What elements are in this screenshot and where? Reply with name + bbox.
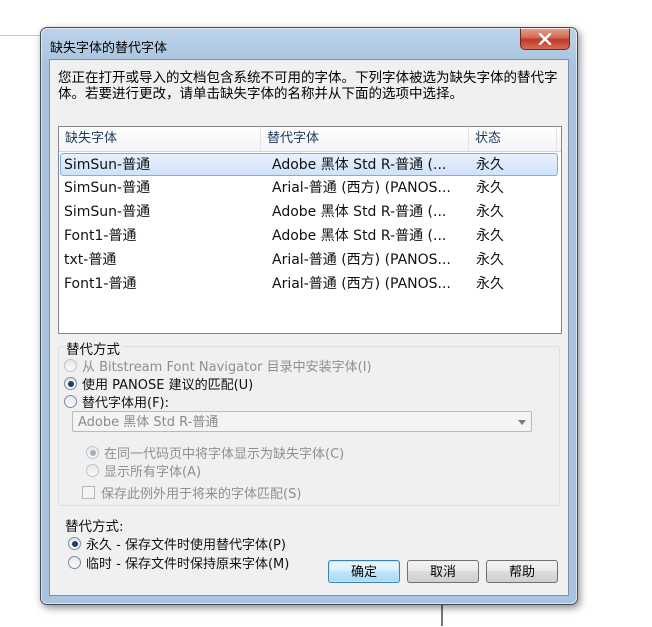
- radio-label: 替代字体用(F):: [82, 396, 170, 411]
- dialog-title: 缺失字体的替代字体: [50, 41, 168, 56]
- table-row[interactable]: SimSun-普通 Arial-普通 (西方) (PANOS... 永久: [60, 177, 558, 200]
- status-cell: 永久: [476, 180, 504, 196]
- table-row[interactable]: SimSun-普通 Adobe 黑体 Std R-普通 (... 永久: [60, 153, 558, 176]
- radio-same-codepage[interactable]: 在同一代码页中将字体显示为缺失字体(C): [86, 443, 344, 462]
- substitute-font-cell: Arial-普通 (西方) (PANOS...: [272, 276, 451, 292]
- radio-show-all-fonts[interactable]: 显示所有字体(A): [86, 461, 201, 480]
- list-header: 缺失字体 替代字体 状态: [59, 127, 561, 152]
- background-line: [0, 35, 40, 36]
- missing-font-cell: Font1-普通: [64, 276, 137, 292]
- missing-font-cell: txt-普通: [64, 252, 117, 268]
- mode-label: 替代方式:: [63, 515, 126, 535]
- radio-temporary[interactable]: 临时 - 保存文件时保持原来字体(M): [68, 553, 289, 572]
- radio-substitute-with[interactable]: 替代字体用(F):: [64, 392, 169, 411]
- chevron-down-icon: [518, 420, 526, 425]
- radio-permanent[interactable]: 永久 - 保存文件时使用替代字体(P): [68, 534, 286, 553]
- radio-label: 从 Bitstream Font Navigator 目录中安装字体(I): [82, 360, 372, 375]
- substitute-font-cell: Adobe 黑体 Std R-普通 (...: [272, 204, 447, 220]
- substitution-method-label: 替代方式: [64, 338, 122, 358]
- radio-icon: [68, 556, 81, 569]
- substitute-font-select[interactable]: Adobe 黑体 Std R-普通: [72, 411, 532, 432]
- status-cell: 永久: [476, 157, 504, 173]
- radio-panose-match[interactable]: 使用 PANOSE 建议的匹配(U): [64, 374, 253, 393]
- checkbox-icon: [82, 486, 95, 499]
- status-cell: 永久: [476, 276, 504, 292]
- select-value: Adobe 黑体 Std R-普通: [78, 415, 219, 430]
- substitute-font-cell: Adobe 黑体 Std R-普通 (...: [272, 157, 447, 173]
- column-header-status[interactable]: 状态: [469, 127, 557, 151]
- table-row[interactable]: Font1-普通 Adobe 黑体 Std R-普通 (... 永久: [60, 225, 558, 248]
- radio-icon: [86, 464, 99, 477]
- radio-label: 在同一代码页中将字体显示为缺失字体(C): [104, 447, 345, 462]
- ok-button[interactable]: 确定: [328, 560, 400, 583]
- radio-icon: [64, 395, 77, 408]
- missing-fonts-dialog: 缺失字体的替代字体 您正在打开或导入的文档包含系统不可用的字体。下列字体被选为缺…: [40, 27, 578, 605]
- column-header-missing[interactable]: 缺失字体: [59, 127, 261, 151]
- close-icon: [538, 32, 552, 45]
- close-button[interactable]: [520, 28, 570, 50]
- radio-install-bitstream[interactable]: 从 Bitstream Font Navigator 目录中安装字体(I): [64, 356, 372, 375]
- status-cell: 永久: [476, 228, 504, 244]
- substitute-font-cell: Arial-普通 (西方) (PANOS...: [272, 252, 451, 268]
- checkbox-label: 保存此例外用于将来的字体匹配(S): [101, 487, 302, 502]
- column-header-substitute[interactable]: 替代字体: [261, 127, 469, 151]
- missing-font-cell: SimSun-普通: [64, 204, 151, 220]
- missing-font-cell: SimSun-普通: [64, 180, 151, 196]
- missing-font-cell: SimSun-普通: [64, 157, 151, 173]
- font-list[interactable]: 缺失字体 替代字体 状态 SimSun-普通 Adobe 黑体 Std R-普通…: [58, 126, 562, 334]
- radio-icon: [64, 377, 77, 390]
- missing-font-cell: Font1-普通: [64, 228, 137, 244]
- description-text: 您正在打开或导入的文档包含系统不可用的字体。下列字体被选为缺失字体的替代字体。若…: [58, 70, 558, 102]
- table-row[interactable]: Font1-普通 Arial-普通 (西方) (PANOS... 永久: [60, 273, 558, 296]
- status-cell: 永久: [476, 204, 504, 220]
- radio-label: 使用 PANOSE 建议的匹配(U): [82, 378, 254, 393]
- save-exception-checkbox[interactable]: 保存此例外用于将来的字体匹配(S): [82, 483, 301, 502]
- radio-label: 显示所有字体(A): [104, 465, 202, 480]
- dialog-content: 您正在打开或导入的文档包含系统不可用的字体。下列字体被选为缺失字体的替代字体。若…: [49, 59, 569, 596]
- substitute-font-cell: Arial-普通 (西方) (PANOS...: [272, 180, 451, 196]
- table-row[interactable]: txt-普通 Arial-普通 (西方) (PANOS... 永久: [60, 249, 558, 272]
- radio-icon: [86, 446, 99, 459]
- radio-label: 临时 - 保存文件时保持原来字体(M): [86, 557, 290, 572]
- table-row[interactable]: SimSun-普通 Adobe 黑体 Std R-普通 (... 永久: [60, 201, 558, 224]
- status-cell: 永久: [476, 252, 504, 268]
- radio-icon: [64, 359, 77, 372]
- help-button[interactable]: 帮助: [486, 560, 558, 583]
- substitute-font-cell: Adobe 黑体 Std R-普通 (...: [272, 228, 447, 244]
- radio-icon: [68, 537, 81, 550]
- radio-label: 永久 - 保存文件时使用替代字体(P): [86, 538, 286, 553]
- cancel-button[interactable]: 取消: [407, 560, 479, 583]
